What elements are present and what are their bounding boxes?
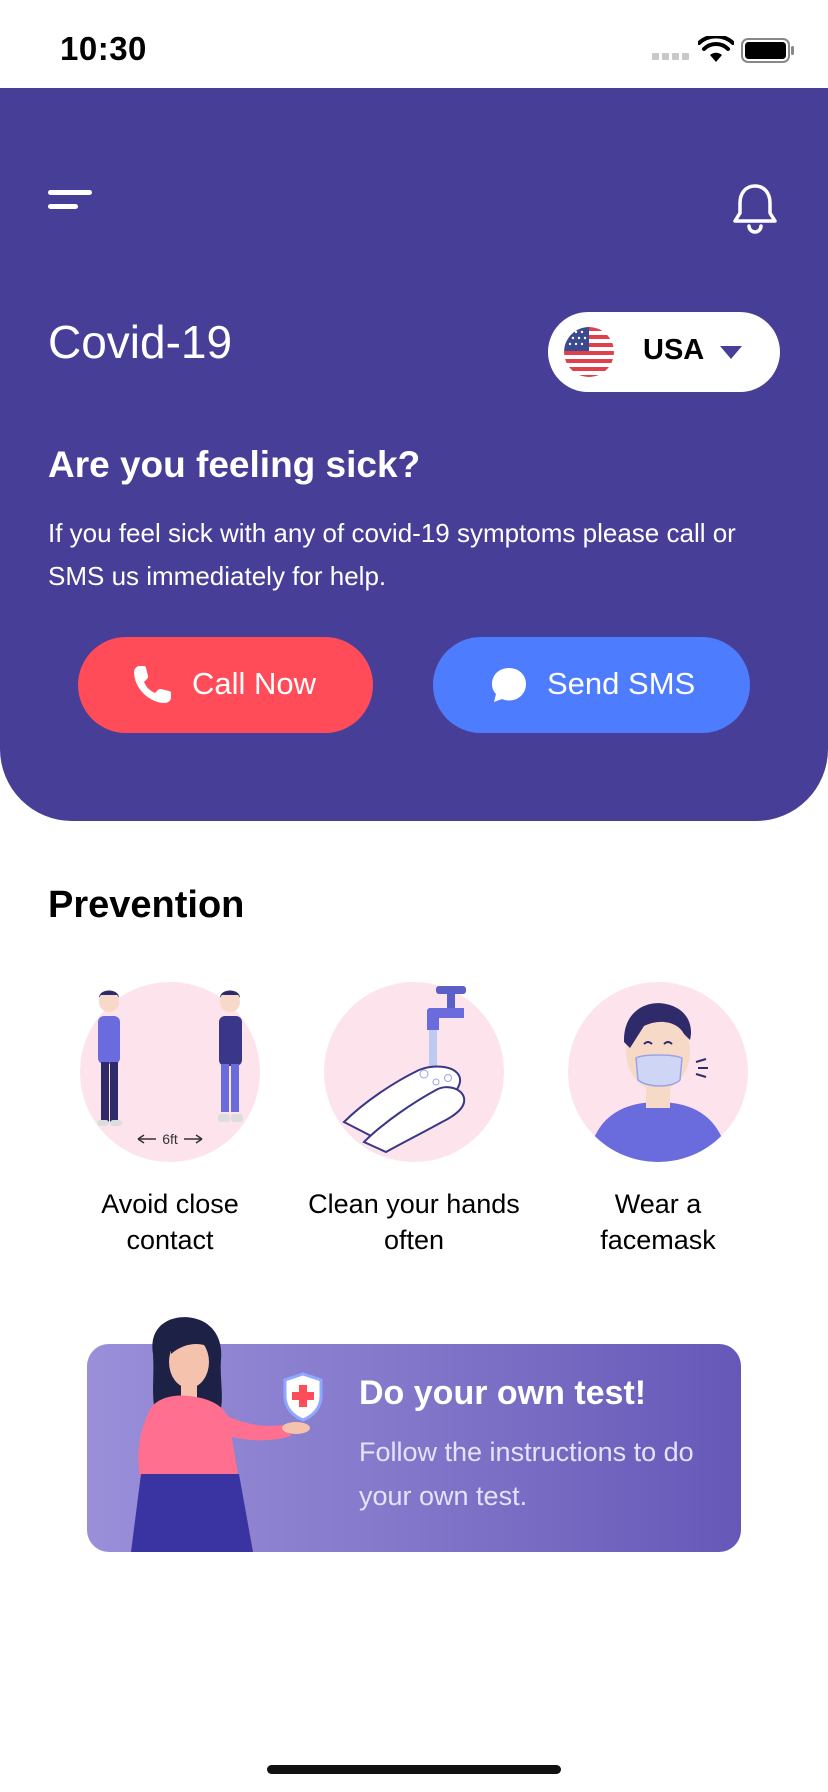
prevention-heading: Prevention	[48, 884, 245, 926]
prevention-caption: Avoid close contact	[101, 1189, 239, 1255]
handwash-illustration	[324, 982, 504, 1162]
menu-icon[interactable]	[48, 188, 96, 224]
banner-title: Do your own test!	[359, 1374, 647, 1412]
country-label: USA	[643, 334, 705, 366]
bell-icon[interactable]	[730, 182, 780, 234]
wifi-icon	[698, 36, 734, 62]
header-panel: Covid-19 USA Are you feeling sick? If yo	[0, 88, 828, 821]
banner-description: Follow the instructions to do your own t…	[359, 1437, 694, 1511]
woman-illustration	[131, 1317, 310, 1552]
status-time: 10:30	[60, 30, 147, 67]
phone-icon	[134, 666, 171, 703]
page-title: Covid-19	[48, 316, 233, 368]
social-distance-illustration: 6ft	[80, 982, 260, 1162]
chevron-down-icon	[720, 346, 742, 359]
send-sms-button[interactable]: Send SMS	[433, 637, 750, 733]
medical-shield-icon	[283, 1372, 323, 1422]
call-now-label: Call Now	[192, 666, 317, 701]
sick-description: If you feel sick with any of covid-19 sy…	[48, 518, 736, 591]
call-now-button[interactable]: Call Now	[78, 637, 373, 733]
facemask-illustration	[568, 982, 748, 1162]
home-indicator[interactable]	[267, 1765, 561, 1774]
chat-bubble-icon	[492, 668, 526, 702]
signal-icon	[652, 53, 692, 61]
country-select[interactable]: USA	[548, 312, 780, 392]
prevention-caption: Clean your hands often	[308, 1189, 520, 1255]
prevention-caption: Wear a facemask	[600, 1189, 716, 1255]
send-sms-label: Send SMS	[547, 666, 696, 701]
status-bar: 10:30	[0, 0, 828, 88]
us-flag-icon	[564, 327, 614, 377]
sick-heading: Are you feeling sick?	[48, 444, 421, 485]
battery-icon	[741, 38, 794, 63]
distance-label: 6ft	[162, 1131, 178, 1147]
